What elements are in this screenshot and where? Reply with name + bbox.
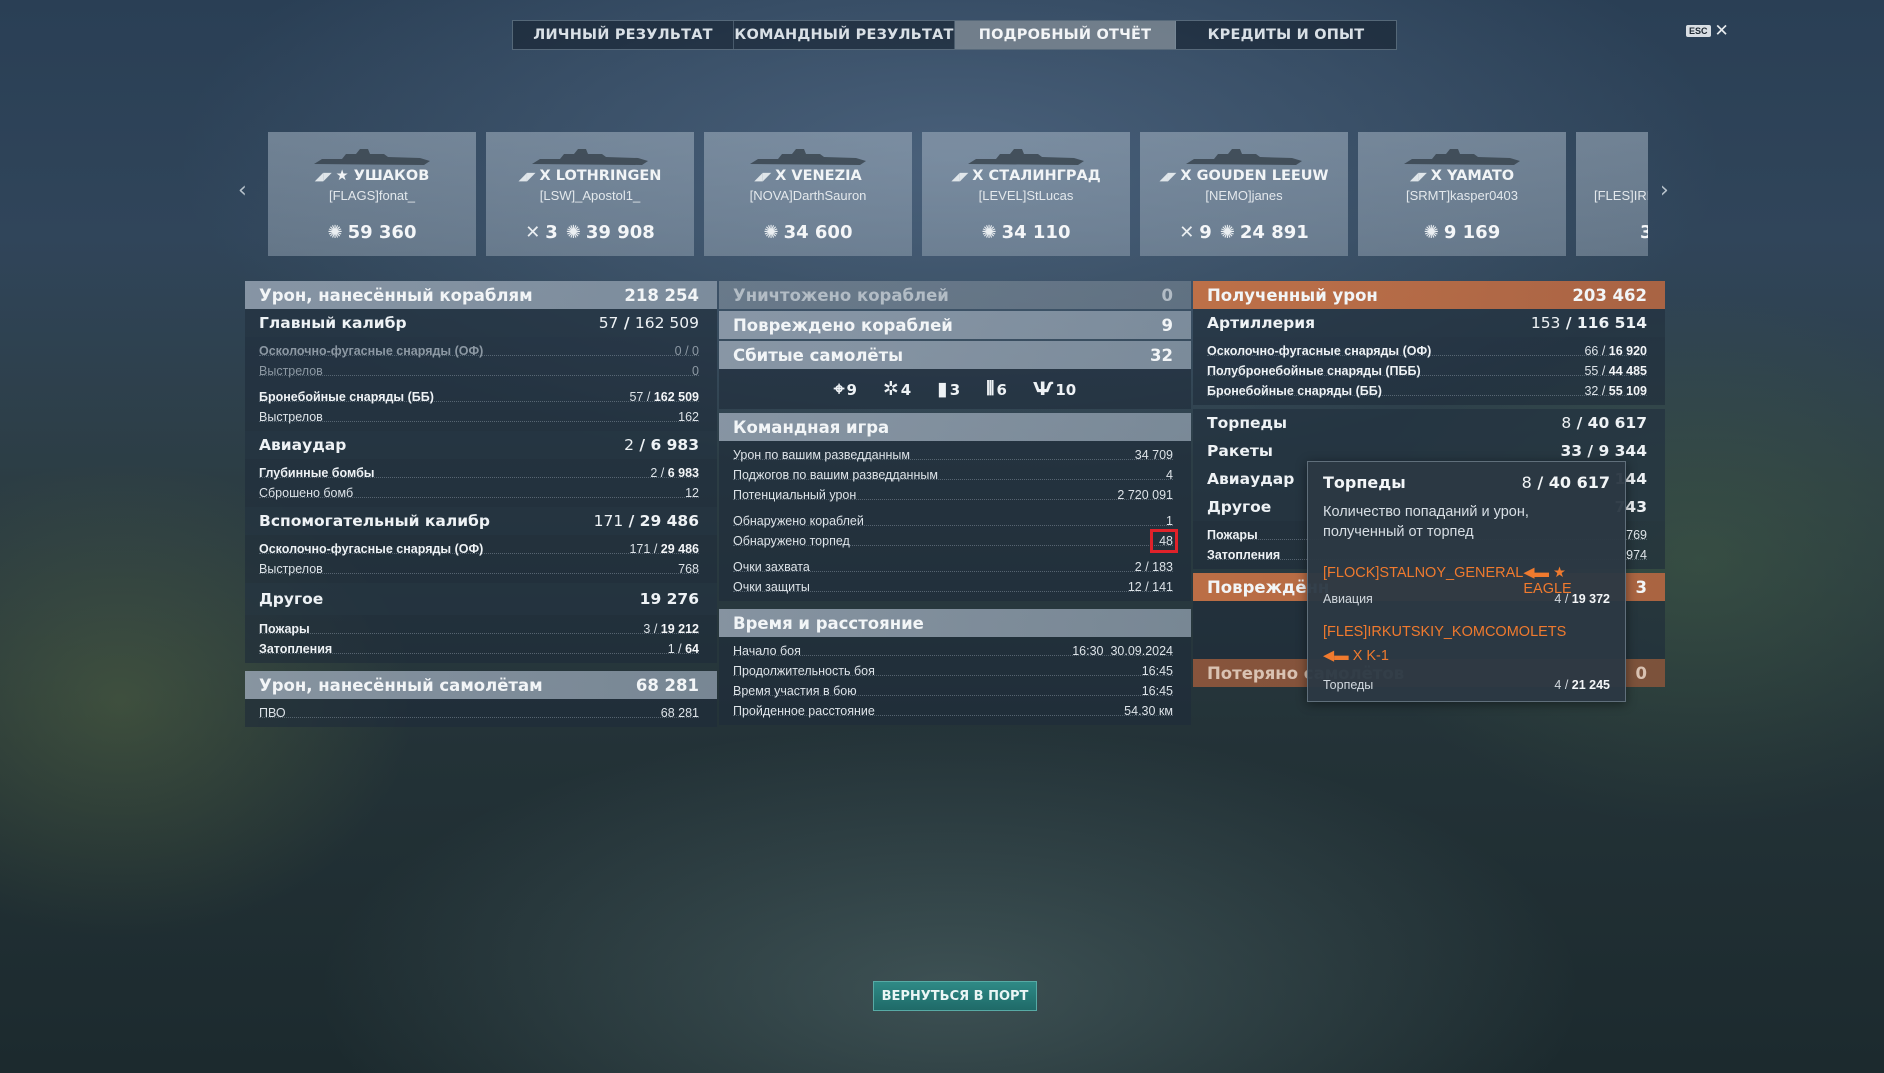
damage-value: 34 600 [783,222,853,243]
damage-icon: ✺ [981,222,997,243]
ship-class-icon: ◢◤ [951,170,969,183]
ribbons-row: ⌖ 9 ✲ 4 ▮ 3 ⦀ 6 Ѱ 10 [719,369,1191,409]
result-tabs: ЛИЧНЫЙ РЕЗУЛЬТАТ КОМАНДНЫЙ РЕЗУЛЬТАТ ПОД… [512,20,1397,50]
damage-value: 9 169 [1443,222,1501,243]
player-name: [LSW]_Apostol1_ [539,188,641,203]
ship-card[interactable]: [FLES]IRK 3 [1576,132,1648,256]
carousel-prev-button[interactable]: ‹ [238,178,247,203]
ship-silhouette-icon [314,149,430,165]
torpedo-icon: ⦀ [986,378,995,400]
player-name: [LEVEL]StLucas [978,188,1074,203]
torpedoes-tooltip: Торпеды 8 / 40 617 Количество попаданий и… [1307,461,1626,702]
player-name: [FLES]IRK [1594,188,1648,203]
damage-icon: ✺ [763,222,779,243]
ship-silhouette-icon [1404,149,1520,165]
damage-icon: ✺ [1423,222,1439,243]
close-icon: ✕ [1714,21,1729,40]
ship-name: VENEZIA [791,168,862,184]
close-button[interactable]: ESC ✕ [1686,22,1729,39]
ship-silhouette-icon [968,149,1084,165]
ship-name: GOUDEN LEEUW [1196,168,1329,184]
damage-icon: ✺ [565,222,581,243]
damage-value: 34 110 [1001,222,1071,243]
carousel-next-button[interactable]: › [1660,178,1669,203]
player-name: [NOVA]DarthSauron [749,188,867,203]
ship-name: YAMATO [1447,168,1515,184]
ship-class-icon: ◀▬ ★ [1523,565,1567,581]
tab-personal-result[interactable]: ЛИЧНЫЙ РЕЗУЛЬТАТ [513,21,734,49]
damage-value: 3 [1640,222,1648,243]
crosshair-icon: ⌖ [833,378,845,400]
damage-value: 24 891 [1239,222,1309,243]
player-name: [NEMO]janes [1205,188,1283,203]
kills-icon: ✕ [1179,222,1195,243]
player-name: [SRMT]kasper0403 [1406,188,1518,203]
ship-card[interactable]: ◢◤ X LOTHRINGEN [LSW]_Apostol1_ ✕ 3 ✺ 39 908 [486,132,694,256]
ship-class-icon: ◢◤ [754,170,772,183]
return-to-port-button[interactable]: ВЕРНУТЬСЯ В ПОРТ [873,981,1037,1011]
damage-value: 39 908 [585,222,655,243]
ship-class-icon: ◢◤ [1159,170,1177,183]
damage-value: 59 360 [347,222,417,243]
tooltip-description: Количество попаданий и урон, полученный … [1323,504,1529,540]
player-name: [FLAGS]fonat_ [329,188,415,203]
submarine-class-icon: ◀▬ [1323,648,1349,664]
ship-card[interactable]: ◢◤ X СТАЛИНГРАД [LEVEL]StLucas ✺ 34 110 [922,132,1130,256]
torpedoes-received-row[interactable]: Торпеды 8 / 40 617 [1193,409,1665,437]
ship-silhouette-icon [750,149,866,165]
ship-tier: X [1430,168,1442,184]
esc-key-hint: ESC [1686,24,1711,37]
ship-card[interactable]: ◢◤ ★ УШАКОВ [FLAGS]fonat_ ✺ 59 360 [268,132,476,256]
flooding-icon: Ѱ [1032,378,1054,400]
ship-class-icon: ◢◤ [1409,170,1427,183]
ship-name: LOTHRINGEN [555,168,662,184]
ship-tier: X [539,168,551,184]
ship-silhouette-icon [1186,149,1302,165]
ship-card[interactable]: ◢◤ X VENEZIA [NOVA]DarthSauron ✺ 34 600 [704,132,912,256]
ship-class-icon: ◢◤ [314,170,332,183]
torpedoes-spotted-value: 48 [1150,529,1178,553]
ship-tier: X [972,168,984,184]
ship-tier: X [1180,168,1192,184]
ship-card[interactable]: ◢◤ X YAMATO [SRMT]kasper0403 ✺ 9 169 [1358,132,1566,256]
ship-name: УШАКОВ [353,168,430,184]
ship-tier: ★ [335,168,349,184]
ship-class-icon: ◢◤ [518,170,536,183]
damage-dealt-panel: Урон, нанесённый кораблям 218 254 Главный… [245,281,717,727]
tab-detailed-report[interactable]: ПОДРОБНЫЙ ОТЧЁТ [955,21,1176,49]
detection-icon: ✲ [882,378,899,400]
shell-icon: ▮ [937,378,948,400]
attacker-name: [FLES]IRKUTSKIY_KOMCOMOLETS [1323,624,1567,640]
attacker-ship: X K-1 [1352,648,1389,664]
tab-credits-xp[interactable]: КРЕДИТЫ И ОПЫТ [1176,21,1396,49]
damage-icon: ✺ [327,222,343,243]
damage-icon: ✺ [1219,222,1235,243]
kills-value: 9 [1199,222,1212,243]
kills-value: 3 [545,222,558,243]
ship-carousel: ◢◤ ★ УШАКОВ [FLAGS]fonat_ ✺ 59 360 ◢◤ X LOT… [268,132,1648,256]
ship-name: СТАЛИНГРАД [988,168,1101,184]
combat-summary-panel: Уничтожено кораблей 0 Повреждено кораблей… [719,281,1191,725]
kills-icon: ✕ [525,222,541,243]
ship-tier: X [775,168,787,184]
tab-team-result[interactable]: КОМАНДНЫЙ РЕЗУЛЬТАТ [734,21,955,49]
ship-silhouette-icon [532,149,648,165]
ship-card[interactable]: ◢◤ X GOUDEN LEEUW [NEMO]janes ✕ 9 ✺ 24 891 [1140,132,1348,256]
